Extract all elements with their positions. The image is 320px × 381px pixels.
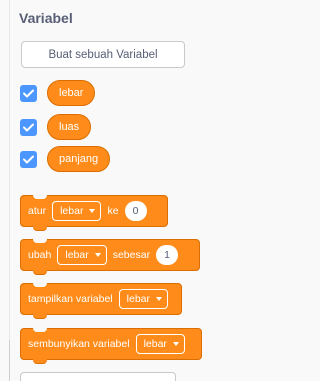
change-variable-block[interactable]: ubah lebar sebesar 1 [20,239,200,275]
block-label-hide: sembunyikan variabel [28,338,130,350]
block-label-show: tampilkan variabel [28,293,113,305]
block-label-change: ubah [28,249,52,261]
show-variable-block[interactable]: tampilkan variabel lebar [20,283,182,319]
hide-variable-block[interactable]: sembunyikan variabel lebar [20,328,202,364]
variable-reporter-lebar[interactable]: lebar [47,80,96,106]
block-label-by: sebesar [112,249,151,261]
variable-reporter-luas[interactable]: luas [47,114,92,140]
variable-checkbox-lebar[interactable] [20,84,37,102]
next-palette-button[interactable] [20,372,176,381]
variable-row-panjang: panjang [20,146,111,172]
variable-row-lebar: lebar [20,80,96,106]
category-title: Variabel [19,10,73,26]
variable-dropdown[interactable]: lebar [57,245,107,265]
caret-down-icon [172,342,179,346]
block-label-to: ke [107,205,119,217]
checkmark-icon [23,89,34,97]
caret-down-icon [89,209,96,213]
dropdown-value: lebar [60,205,84,217]
variable-checkbox-panjang[interactable] [20,150,37,168]
dropdown-value: lebar [65,249,89,261]
dropdown-value: lebar [126,293,150,305]
value-input[interactable]: 1 [156,245,179,265]
checkmark-icon [23,123,34,131]
variable-dropdown[interactable]: lebar [135,334,185,354]
variable-reporter-panjang[interactable]: panjang [47,146,111,172]
palette-divider [9,0,10,381]
palette-divider-bottom [9,340,10,381]
variable-dropdown[interactable]: lebar [52,201,102,221]
variable-row-luas: luas [20,114,92,140]
variable-checkbox-luas[interactable] [20,118,37,136]
block-palette: Variabel Buat sebuah Variabel lebar luas… [0,0,275,381]
caret-down-icon [156,297,162,301]
checkmark-icon [23,155,34,163]
block-label-set: atur [28,205,47,217]
variable-dropdown[interactable]: lebar [118,289,168,309]
value-input[interactable]: 0 [124,201,147,221]
set-variable-block[interactable]: atur lebar ke 0 [20,195,168,231]
dropdown-value: lebar [143,338,167,350]
caret-down-icon [94,253,101,257]
make-variable-button[interactable]: Buat sebuah Variabel [21,41,185,68]
